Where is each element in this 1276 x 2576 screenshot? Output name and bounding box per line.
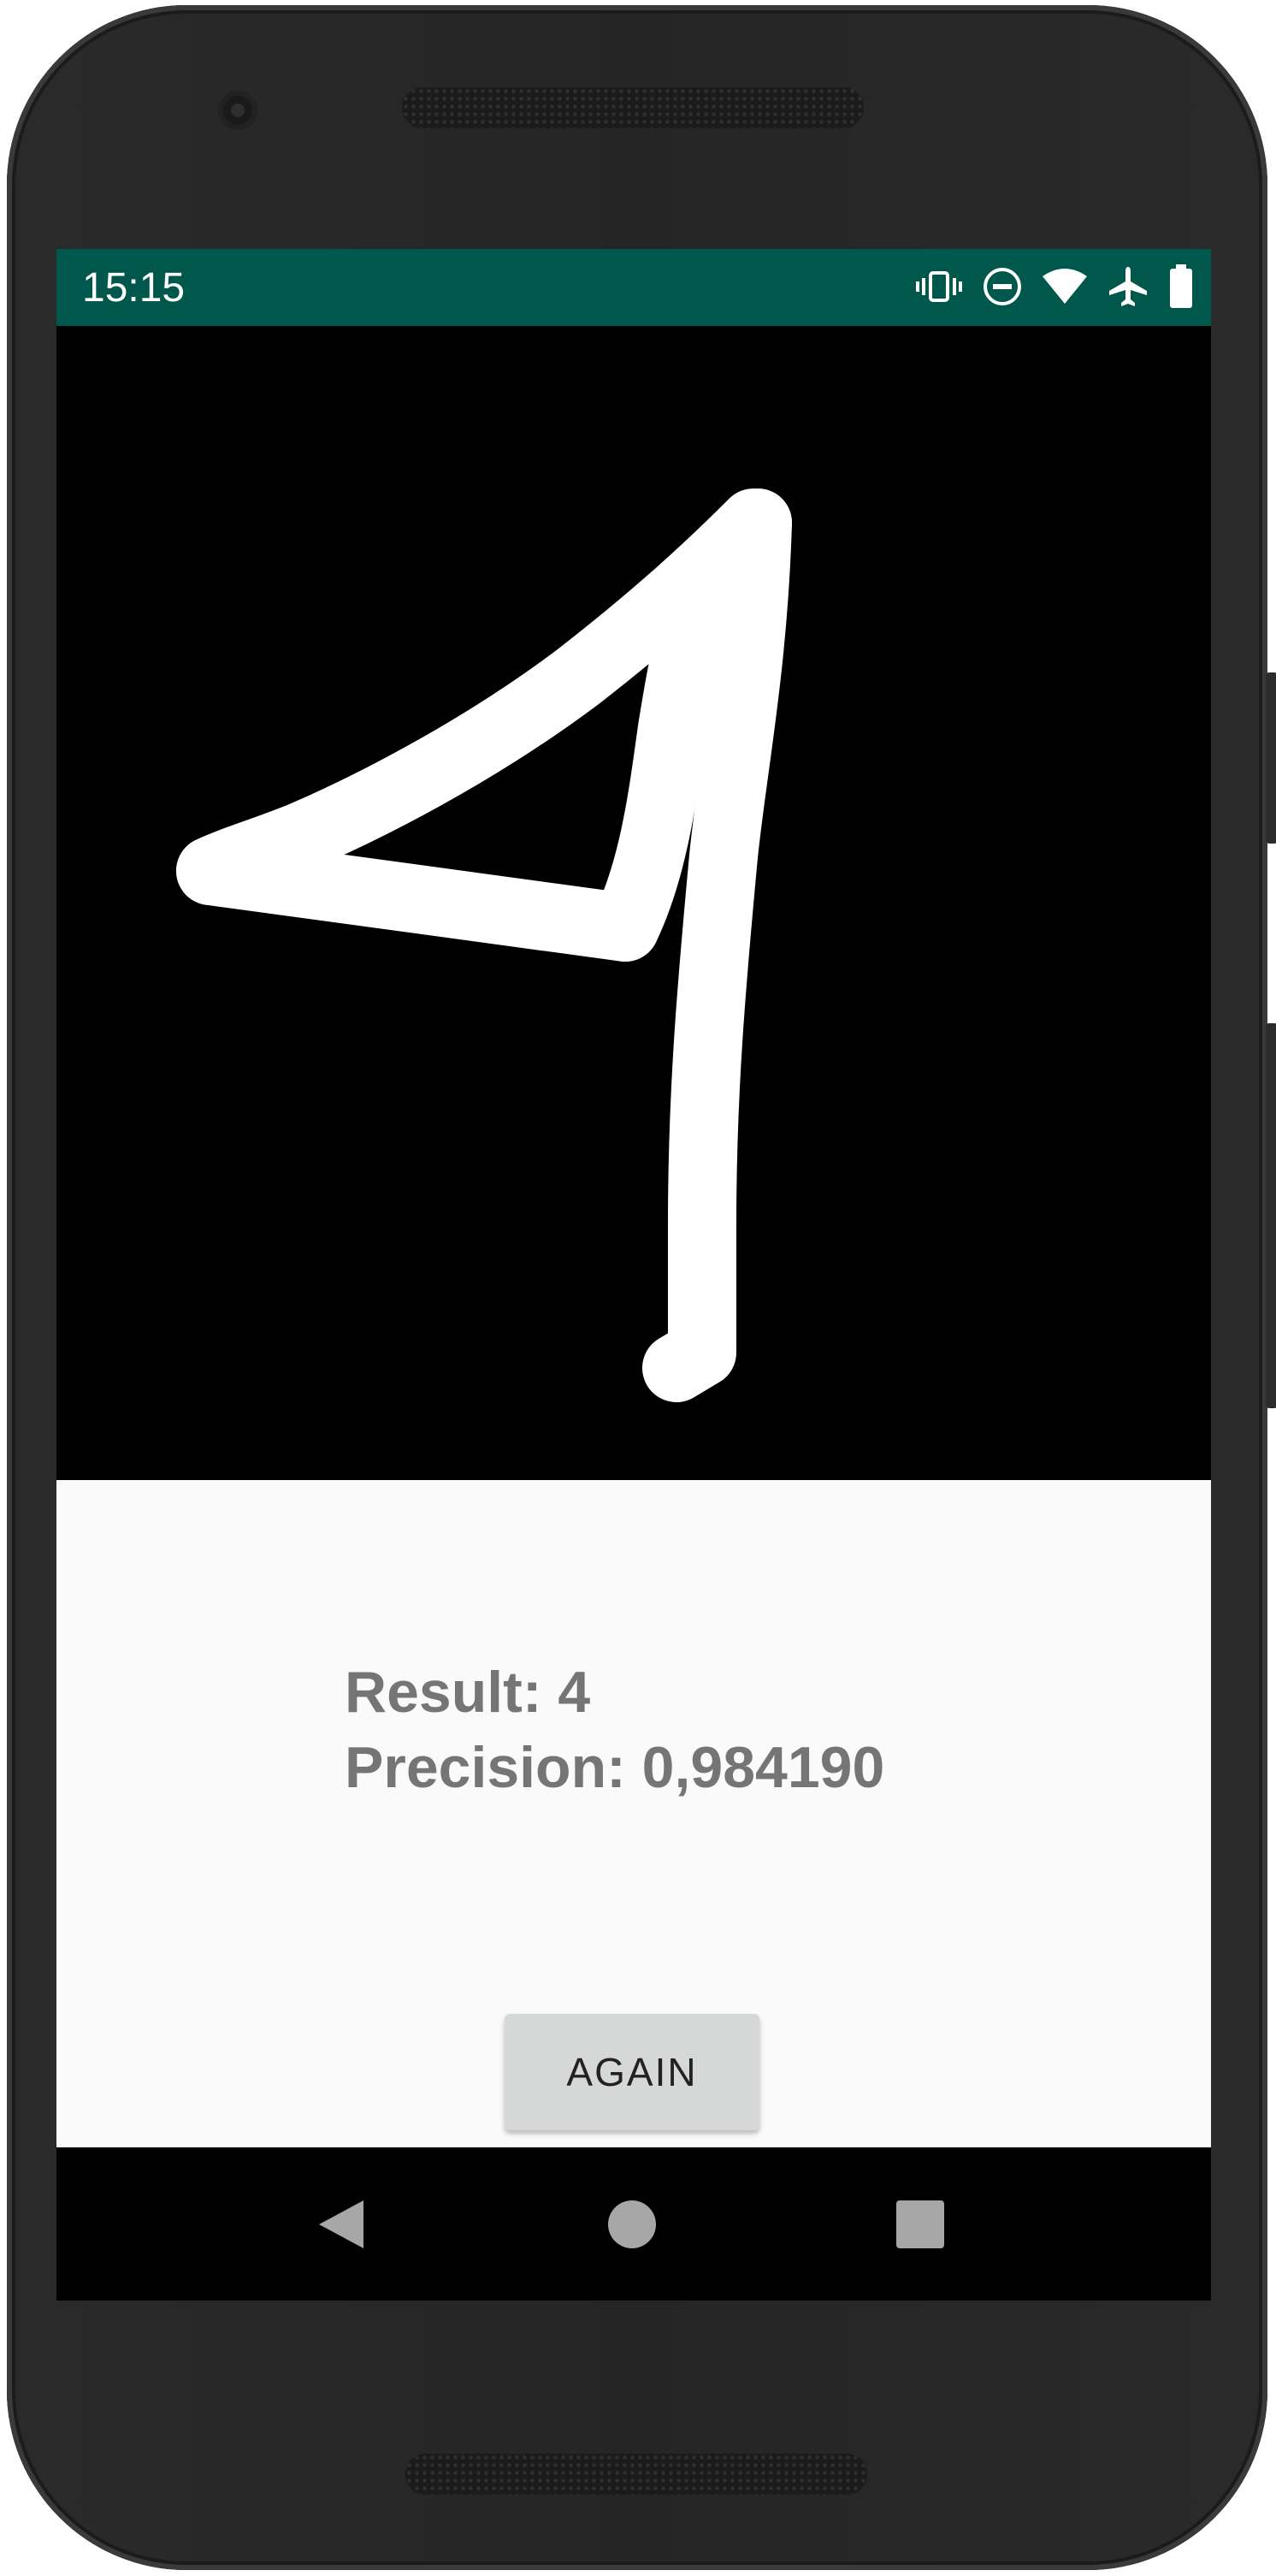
drawing-canvas[interactable]	[56, 326, 1211, 1480]
power-button	[1266, 672, 1276, 844]
battery-icon	[1168, 264, 1194, 309]
result-label: Result: 4	[345, 1660, 591, 1725]
airplane-icon	[1107, 265, 1149, 308]
bottom-speaker	[405, 2454, 867, 2495]
precision-label: Precision: 0,984190	[345, 1735, 885, 1800]
result-output: Result: 4 Precision: 0,984190	[345, 1655, 884, 1805]
home-button[interactable]	[598, 2190, 666, 2259]
recents-icon	[896, 2200, 944, 2248]
do-not-disturb-icon	[982, 266, 1023, 307]
top-speaker	[402, 87, 864, 128]
status-time: 15:15	[82, 265, 186, 311]
handwritten-digit-stroke	[176, 489, 792, 1402]
navigation-bar	[56, 2147, 1211, 2301]
app-screen: 15:15 Result: 4 Precision: 0,984190 AGAI…	[56, 249, 1211, 2301]
wifi-icon	[1042, 268, 1088, 305]
home-icon	[608, 2200, 656, 2248]
status-bar: 15:15	[56, 249, 1211, 326]
volume-button	[1266, 1023, 1276, 1408]
back-button[interactable]	[307, 2190, 375, 2259]
vibrate-icon	[915, 269, 963, 304]
back-icon	[319, 2200, 363, 2248]
recents-button[interactable]	[886, 2190, 954, 2259]
front-camera	[218, 91, 257, 130]
status-icons	[915, 261, 1194, 312]
again-button[interactable]: AGAIN	[505, 2014, 759, 2130]
